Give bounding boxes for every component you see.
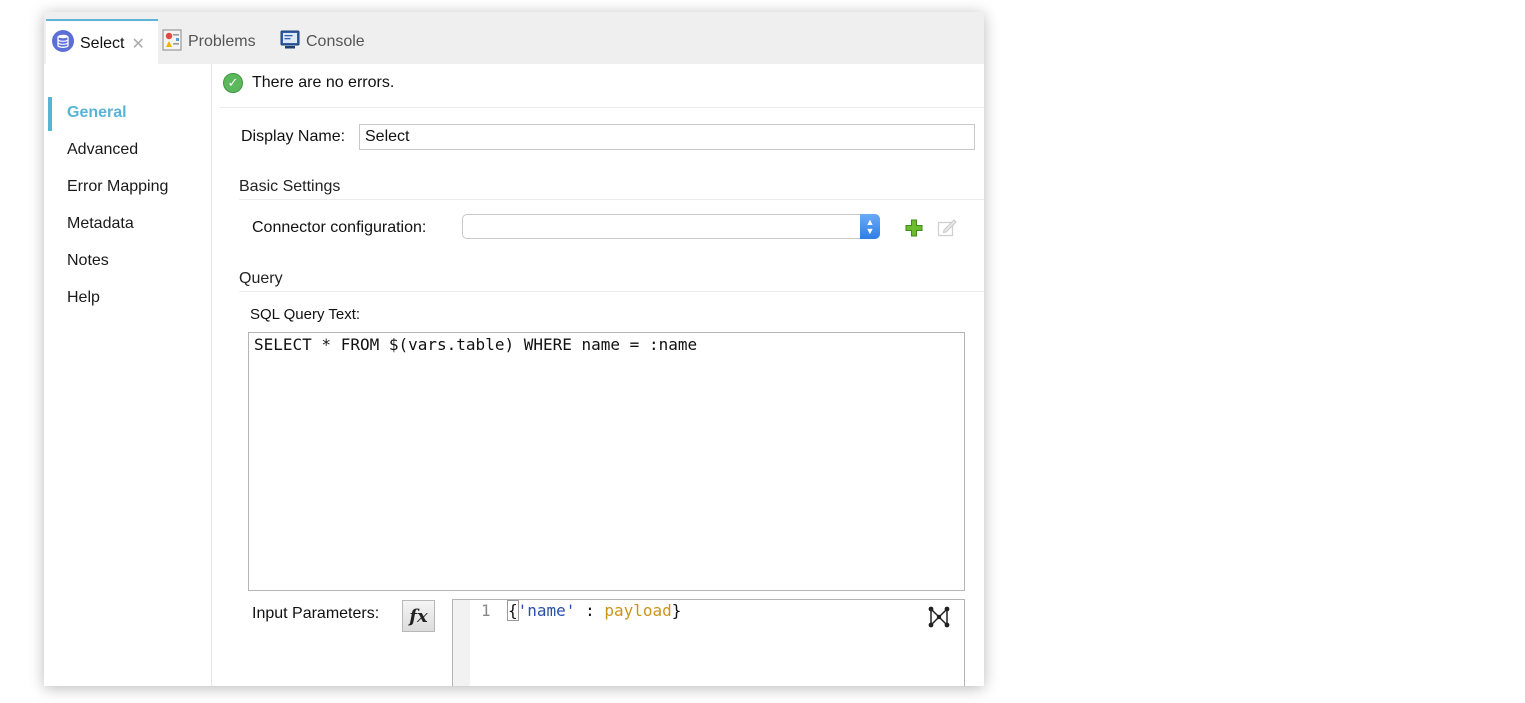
divider — [239, 291, 984, 292]
graph-mapping-icon[interactable] — [927, 605, 951, 629]
code-open-brace: { — [507, 600, 519, 621]
tab-console[interactable]: Console — [280, 20, 365, 64]
general-form: ✓ There are no errors. Display Name: Bas… — [212, 64, 984, 686]
tab-select[interactable]: Select ✕ — [46, 19, 158, 66]
code-close-brace: } — [671, 601, 682, 620]
sql-query-label: SQL Query Text: — [250, 306, 361, 323]
status-message: ✓ There are no errors. — [223, 73, 394, 93]
sidebar-item-notes[interactable]: Notes — [67, 252, 109, 270]
code-value: payload — [604, 601, 672, 620]
expression-mode-button[interactable]: fx — [402, 600, 435, 632]
sidebar-item-help[interactable]: Help — [67, 289, 100, 307]
edit-icon[interactable] — [937, 218, 957, 238]
properties-panel: Select ✕ Problems Console General Advanc… — [44, 12, 984, 686]
connector-configuration-label: Connector configuration: — [252, 219, 427, 236]
divider — [220, 107, 984, 108]
code-key: 'name' — [517, 601, 576, 620]
connector-configuration-select[interactable]: ▲ ▼ — [462, 214, 880, 239]
code-separator: : — [575, 601, 605, 620]
display-name-label: Display Name: — [241, 128, 346, 145]
success-check-icon: ✓ — [223, 73, 243, 93]
sidebar-item-general[interactable]: General — [67, 104, 127, 122]
input-parameters-editor[interactable]: 1 {'name' : payload} — [452, 599, 965, 686]
tab-problems[interactable]: Problems — [162, 20, 256, 64]
sidebar-item-metadata[interactable]: Metadata — [67, 215, 134, 233]
query-title: Query — [239, 270, 283, 287]
line-number: 1 — [481, 601, 491, 620]
console-icon — [280, 30, 300, 55]
database-icon — [52, 30, 74, 57]
tab-console-label: Console — [306, 33, 365, 50]
display-name-input[interactable] — [359, 124, 975, 150]
divider — [239, 199, 984, 200]
sidebar-active-indicator — [48, 97, 52, 131]
sidebar-item-error-mapping[interactable]: Error Mapping — [67, 178, 168, 196]
sidebar: General Advanced Error Mapping Metadata … — [44, 64, 212, 686]
code-line: {'name' : payload} — [507, 600, 682, 621]
tab-bar: Select ✕ Problems Console — [44, 12, 984, 66]
editor-gutter — [453, 600, 470, 686]
tab-select-label: Select — [80, 34, 125, 52]
input-parameters-label: Input Parameters: — [252, 605, 380, 622]
status-text: There are no errors. — [252, 74, 395, 91]
add-icon[interactable] — [905, 219, 923, 237]
sql-query-textarea[interactable]: SELECT * FROM $(vars.table) WHERE name =… — [248, 332, 965, 591]
close-icon[interactable]: ✕ — [131, 34, 144, 54]
chevron-updown-icon: ▲ ▼ — [860, 214, 880, 239]
tab-problems-label: Problems — [188, 33, 256, 50]
problems-icon — [162, 29, 182, 56]
sidebar-item-advanced[interactable]: Advanced — [67, 141, 138, 159]
basic-settings-title: Basic Settings — [239, 178, 341, 195]
